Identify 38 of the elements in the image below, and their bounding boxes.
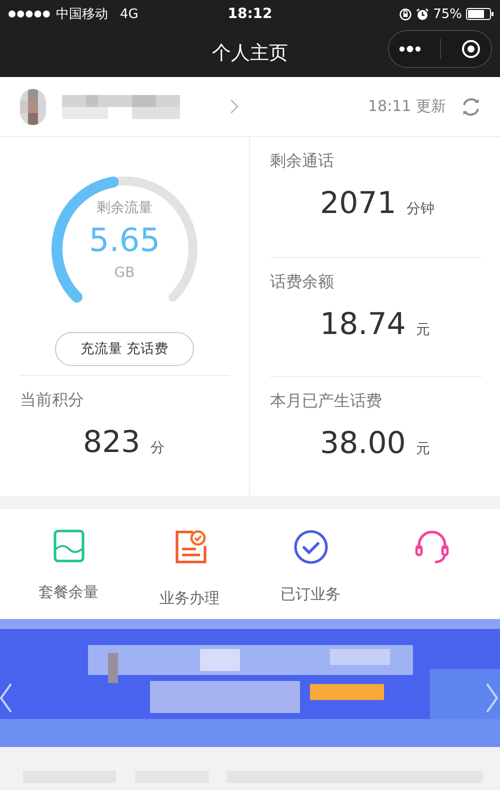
gauge-label: 剩余流量: [96, 199, 152, 217]
alarm-icon: [416, 8, 430, 20]
data-unit: GB: [114, 265, 135, 281]
check-circle-icon[interactable]: [292, 529, 328, 565]
stat-label: 本月已产生话费: [270, 391, 383, 412]
wave-card-icon[interactable]: [52, 529, 84, 563]
battery-percent: 75%: [433, 6, 462, 22]
shortcut-label[interactable]: 已订业务: [280, 585, 340, 604]
stat-label: 当前积分: [20, 390, 85, 412]
chevron-right-icon[interactable]: [230, 99, 239, 114]
stat-value: 823: [83, 425, 140, 460]
more-icon[interactable]: [398, 45, 421, 53]
stat-unit: 元: [416, 440, 430, 458]
refresh-icon[interactable]: [460, 96, 482, 118]
stat-unit: 分: [150, 439, 164, 458]
chevron-left-icon[interactable]: [0, 683, 12, 713]
rotation-lock-icon: [399, 8, 412, 20]
stat-unit: 元: [416, 320, 430, 339]
headset-icon[interactable]: [414, 529, 450, 565]
stat-unit: 分钟: [406, 200, 434, 218]
clock: 18:12: [228, 6, 272, 22]
data-remaining: 5.65: [88, 221, 160, 259]
stat-label: 话费余额: [270, 272, 335, 293]
signal-icon: [8, 10, 52, 18]
stat-label: 剩余通话: [270, 151, 335, 172]
network-type: 4G: [120, 6, 138, 22]
carrier-name: 中国移动: [56, 6, 108, 23]
document-check-icon[interactable]: [172, 529, 206, 565]
update-time: 18:11 更新: [368, 97, 446, 116]
chevron-right-icon[interactable]: [486, 683, 498, 713]
battery-icon: [466, 8, 494, 20]
page-title: 个人主页: [212, 40, 288, 66]
stat-value: 2071: [320, 186, 396, 221]
recharge-button[interactable]: 充流量 充话费: [55, 332, 194, 366]
stat-value: 38.00: [320, 426, 406, 462]
stat-value: 18.74: [320, 306, 406, 342]
shortcut-label[interactable]: 套餐余量: [38, 583, 98, 602]
shortcut-label[interactable]: 业务办理: [160, 589, 220, 608]
